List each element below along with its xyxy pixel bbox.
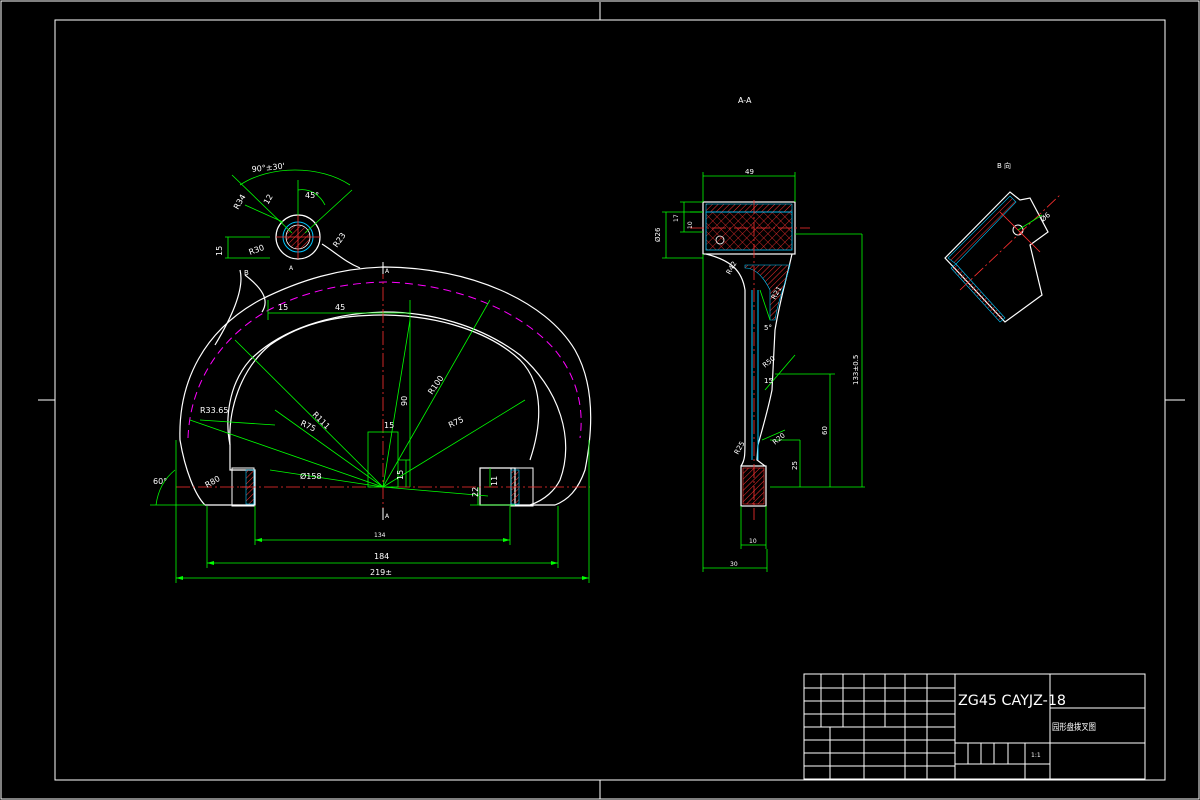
cad-drawing: 90°±30' 45° R34 12 R30 R23 15 15 45 R33.… [0, 0, 1200, 800]
dim-15-section: 15 [764, 377, 773, 385]
dim-22: 22 [471, 487, 480, 497]
dim-r75-right: R75 [447, 415, 465, 430]
dim-10-shoe: 10 [749, 538, 757, 545]
dim-133: 133±0.5 [852, 355, 860, 385]
title-scale: 1:1 [1031, 752, 1041, 759]
dim-5deg: 5° [764, 324, 772, 332]
dim-184: 184 [374, 552, 389, 561]
dim-15-top: 15 [278, 303, 288, 312]
dim-r75-left: R75 [299, 419, 317, 434]
dim-d158: Ø158 [300, 471, 322, 481]
dim-15-center: 15 [384, 421, 394, 430]
view-b [944, 191, 1061, 323]
dim-134: 134 [374, 532, 386, 539]
fork-arm [214, 243, 361, 346]
dim-11: 11 [490, 476, 499, 486]
dim-15-side: 15 [396, 470, 405, 480]
dim-r20: R20 [771, 432, 787, 447]
dim-r80: R80 [204, 474, 222, 490]
dim-45-top: 45 [335, 303, 345, 312]
dim-r34: R34 [232, 193, 248, 211]
label-a-hub: A [289, 265, 294, 272]
pitch-arc [187, 281, 582, 439]
dim-r100: R100 [426, 374, 445, 396]
dim-d6: Ø6 [1039, 211, 1052, 224]
front-view [150, 169, 592, 583]
dim-r30: R30 [248, 243, 266, 257]
dim-25: 25 [791, 461, 799, 470]
section-view [662, 172, 865, 572]
dim-49: 49 [745, 168, 754, 176]
dim-30: 30 [730, 561, 738, 568]
label-a-top: A [385, 268, 390, 275]
dim-10: 10 [687, 221, 694, 229]
dim-17: 17 [673, 214, 680, 222]
section-title: A-A [738, 96, 752, 105]
dim-60: 60 [821, 426, 829, 435]
view-b-title: B 向 [997, 161, 1011, 170]
dim-angle-90: 90°±30' [251, 162, 285, 174]
dim-r23: R23 [331, 231, 347, 249]
dim-219: 219± [370, 568, 392, 577]
dim-90: 90 [400, 396, 409, 406]
dim-angle-45: 45° [305, 191, 319, 200]
fork-inner-arc [229, 314, 540, 461]
title-material-code: ZG45 CAYJZ-18 [958, 693, 1066, 709]
dim-d26: Ø26 [654, 227, 662, 242]
dim-r3365: R33.65 [200, 406, 228, 415]
dim-12: 12 [262, 193, 275, 206]
fork-outer-contour [179, 266, 592, 506]
dim-angle-60: 60° [153, 477, 167, 486]
title-part-name: 园形盘拨叉图 [1052, 721, 1096, 733]
dim-15-hub: 15 [215, 246, 224, 256]
sheet-frame [0, 0, 1200, 800]
label-a-bottom: A [385, 513, 390, 520]
label-b: B [244, 269, 249, 277]
dim-r50: R50 [761, 355, 777, 370]
